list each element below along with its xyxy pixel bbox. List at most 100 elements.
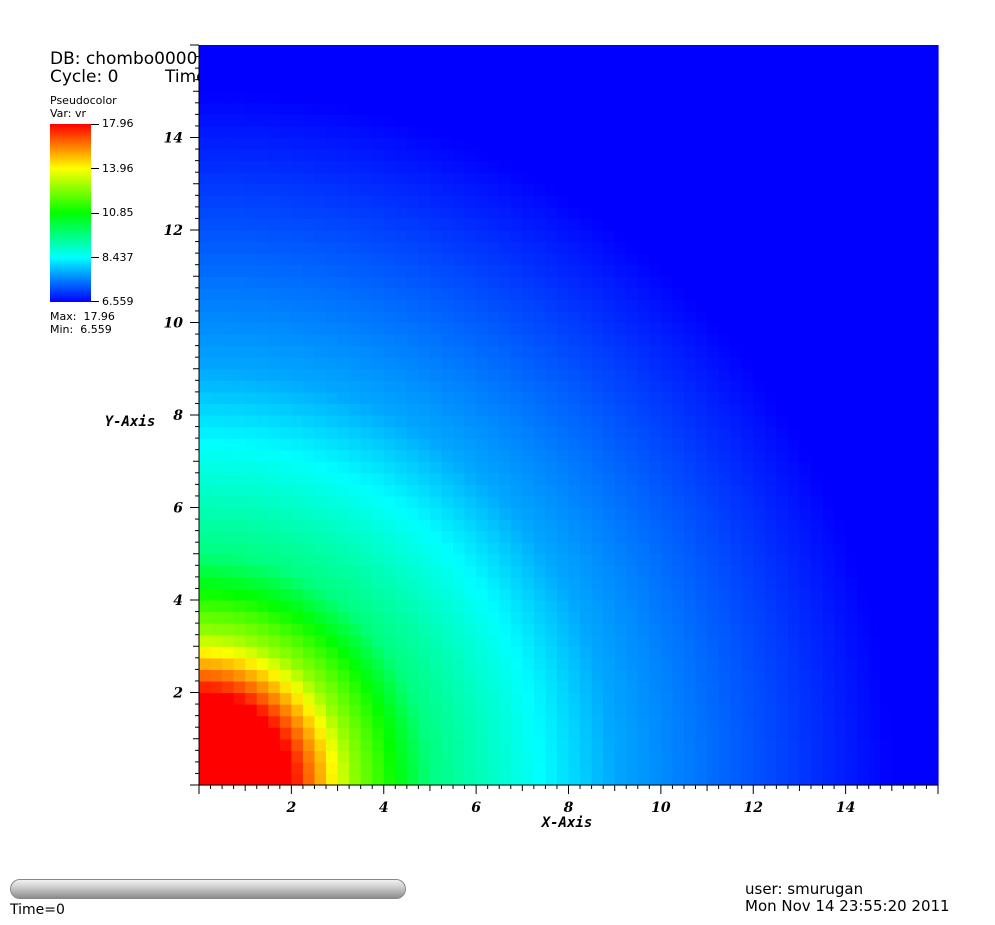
heatmap-cell (302, 738, 316, 751)
heatmap-cell (741, 253, 754, 266)
heatmap-cell (926, 183, 939, 196)
heatmap-cell (464, 183, 477, 196)
heatmap-cell (799, 276, 812, 289)
heatmap-cell (787, 623, 801, 636)
heatmap-cell (914, 761, 928, 775)
heatmap-cell (799, 172, 812, 185)
heatmap-cell (464, 56, 477, 69)
heatmap-cell (233, 380, 246, 393)
heatmap-cell (326, 646, 339, 659)
heatmap-cell (799, 738, 812, 751)
heatmap-cell (533, 357, 547, 370)
heatmap-cell (741, 449, 754, 462)
heatmap-cell (914, 183, 928, 196)
heatmap-cell (845, 137, 858, 150)
heatmap-cell (418, 426, 431, 439)
heatmap-cell (360, 183, 373, 196)
heatmap-cell (741, 56, 754, 69)
heatmap-cell (660, 322, 674, 335)
heatmap-cell (533, 137, 547, 150)
heatmap-cell (256, 588, 269, 601)
heatmap-cell (614, 91, 627, 104)
heatmap-cell (210, 646, 223, 659)
heatmap-cell (476, 102, 489, 115)
heatmap-cell (810, 704, 824, 717)
heatmap-cell (476, 507, 489, 520)
heatmap-cell (395, 415, 408, 428)
heatmap-cell (730, 137, 743, 150)
heatmap-cell (857, 45, 870, 58)
heatmap-cell (695, 357, 708, 370)
heatmap-cell (372, 380, 385, 393)
heatmap-cell (787, 680, 801, 694)
heatmap-cell (256, 761, 269, 775)
heatmap-cell (891, 403, 904, 416)
heatmap-cell (718, 623, 731, 636)
heatmap-cell (695, 322, 708, 335)
heatmap-cell (291, 600, 304, 613)
heatmap-cell (741, 160, 754, 173)
heatmap-cell (222, 403, 235, 416)
heatmap-cell (279, 45, 292, 58)
heatmap-cell (776, 553, 789, 566)
heatmap-cell (741, 206, 754, 220)
heatmap-cell (545, 715, 558, 728)
heatmap-cell (683, 172, 697, 185)
heatmap-cell (233, 576, 246, 590)
heatmap-cell (695, 403, 708, 416)
heatmap-cell (787, 230, 801, 243)
heatmap-cell (891, 345, 904, 358)
heatmap-cell (868, 137, 881, 150)
heatmap-cell (349, 588, 362, 601)
heatmap-cell (199, 68, 212, 81)
heatmap-cell (580, 276, 593, 289)
heatmap-cell (245, 276, 258, 289)
heatmap-cell (406, 588, 419, 601)
heatmap-cell (429, 264, 443, 277)
heatmap-cell (568, 125, 581, 139)
heatmap-cell (660, 438, 674, 451)
heatmap-cell (383, 195, 396, 208)
heatmap-cell (718, 276, 731, 289)
heatmap-cell (845, 345, 858, 358)
heatmap-cell (314, 426, 327, 439)
heatmap-cell (349, 449, 362, 462)
heatmap-cell (210, 276, 223, 289)
heatmap-cell (903, 542, 916, 555)
heatmap-cell (822, 657, 835, 670)
heatmap-cell (683, 380, 697, 393)
heatmap-cell (441, 472, 454, 485)
heatmap-cell (753, 357, 766, 370)
heatmap-cell (337, 761, 350, 775)
heatmap-cell (764, 45, 777, 58)
heatmap-cell (233, 287, 246, 300)
heatmap-cell (360, 241, 373, 254)
heatmap-cell (487, 588, 500, 601)
time-slider[interactable] (10, 879, 406, 899)
heatmap-cell (429, 287, 443, 300)
heatmap-cell (533, 449, 547, 462)
heatmap-cell (279, 241, 292, 254)
heatmap-cell (683, 576, 697, 590)
heatmap-cell (464, 438, 477, 451)
heatmap-cell (476, 45, 489, 58)
heatmap-cell (891, 600, 904, 613)
heatmap-cell (810, 183, 824, 196)
heatmap-cell (383, 79, 396, 92)
heatmap-cell (672, 507, 685, 520)
heatmap-cell (210, 334, 223, 347)
heatmap-cell (337, 646, 350, 659)
heatmap-cell (499, 79, 512, 92)
heatmap-cell (603, 530, 616, 543)
heatmap-cell (245, 576, 258, 590)
heatmap-cell (868, 461, 881, 474)
heatmap-cell (787, 773, 801, 786)
heatmap-cell (533, 507, 547, 520)
heatmap-cell (337, 495, 350, 509)
heatmap-cell (545, 438, 558, 451)
heatmap-cell (337, 472, 350, 485)
heatmap-cell (441, 102, 454, 115)
heatmap-cell (834, 588, 847, 601)
heatmap-cell (914, 472, 928, 485)
heatmap-cell (383, 449, 396, 462)
